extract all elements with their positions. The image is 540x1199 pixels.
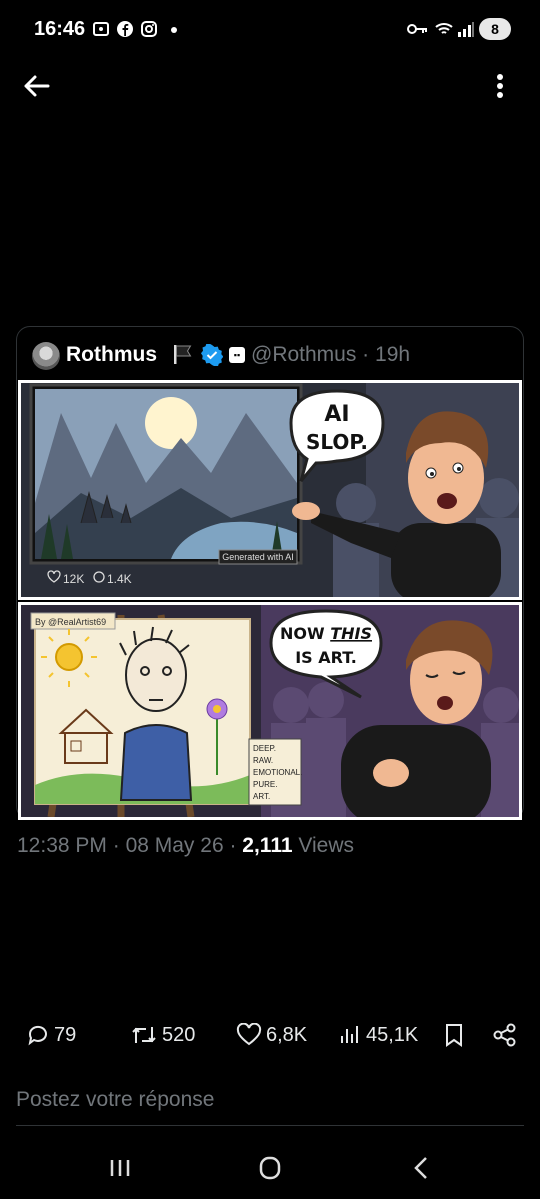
tweet-time: 12:38 PM [17, 834, 107, 857]
nav-back-icon[interactable] [402, 1150, 442, 1186]
tweet-date: 08 May 26 [125, 834, 224, 857]
black-flag-icon [174, 345, 192, 364]
reply-input[interactable]: Postez votre réponse [16, 1088, 524, 1126]
screenshot-icon [93, 22, 109, 36]
reply-button[interactable]: 79 [26, 1020, 76, 1050]
views-count: 2,111 [242, 834, 293, 857]
heart-icon [236, 1023, 262, 1046]
panel1-caption: Generated with AI [222, 552, 294, 562]
panel1-replies: 1.4K [107, 572, 132, 586]
repost-count: 520 [162, 1023, 196, 1046]
status-time: 16:46 [34, 18, 86, 40]
panel1-speech-line-2: SLOP. [306, 430, 368, 454]
comic-panel-2-illustration: By @RealArtist69 DEEP. RAW. EMOTIONAL. PURE… [21, 605, 519, 817]
panel2-speech-line-1: NOW THIS [280, 624, 372, 643]
dot-icon [171, 27, 177, 33]
comic-panel-1[interactable]: Generated with AI AI SLOP. 12K 1.4K [18, 380, 522, 600]
panel2-signature: By @RealArtist69 [35, 617, 106, 627]
status-bar: 16:46 8 [0, 0, 540, 60]
signal-icon [458, 22, 474, 37]
facebook-icon [117, 21, 133, 37]
quoted-avatar[interactable] [32, 342, 60, 370]
views-action-count: 45,1K [366, 1023, 419, 1046]
quoted-author-name[interactable]: Rothmus [66, 343, 157, 367]
instagram-icon [141, 21, 157, 37]
reply-count: 79 [54, 1023, 77, 1046]
reply-icon [28, 1025, 47, 1046]
battery-level: 8 [491, 21, 499, 37]
comic-panel-2[interactable]: By @RealArtist69 DEEP. RAW. EMOTIONAL. PURE… [18, 602, 522, 820]
panel2-speech-line-2: IS ART. [295, 648, 357, 667]
back-arrow-icon[interactable] [20, 70, 56, 102]
wifi-icon [435, 23, 453, 34]
battery-indicator: 8 [479, 18, 511, 40]
vpn-key-icon [407, 24, 427, 34]
comic-panel-1-illustration: Generated with AI AI SLOP. 12K 1.4K [21, 383, 519, 597]
repost-icon [132, 1027, 156, 1043]
home-icon[interactable] [250, 1150, 290, 1186]
more-options-icon[interactable] [488, 70, 512, 102]
verified-badge-icon [201, 344, 223, 366]
panel1-speech-line-1: AI [324, 402, 349, 427]
share-icon[interactable] [492, 1022, 518, 1048]
quoted-handle-time: @Rothmus · 19h [251, 343, 411, 366]
tweet-meta: 12:38 PM · 08 May 26 · 2,111 Views [17, 834, 355, 857]
views-button[interactable]: 45,1K [338, 1020, 418, 1050]
affiliate-badge-icon: ▪▪ [229, 347, 245, 363]
like-button[interactable]: 6,8K [236, 1020, 307, 1050]
analytics-icon [341, 1026, 358, 1043]
bookmark-icon[interactable] [442, 1022, 466, 1048]
like-count: 6,8K [266, 1023, 308, 1046]
views-label[interactable]: Views [298, 834, 354, 857]
recent-apps-icon[interactable] [100, 1150, 140, 1186]
repost-button[interactable]: 520 [130, 1020, 195, 1050]
panel1-likes: 12K [63, 572, 84, 586]
